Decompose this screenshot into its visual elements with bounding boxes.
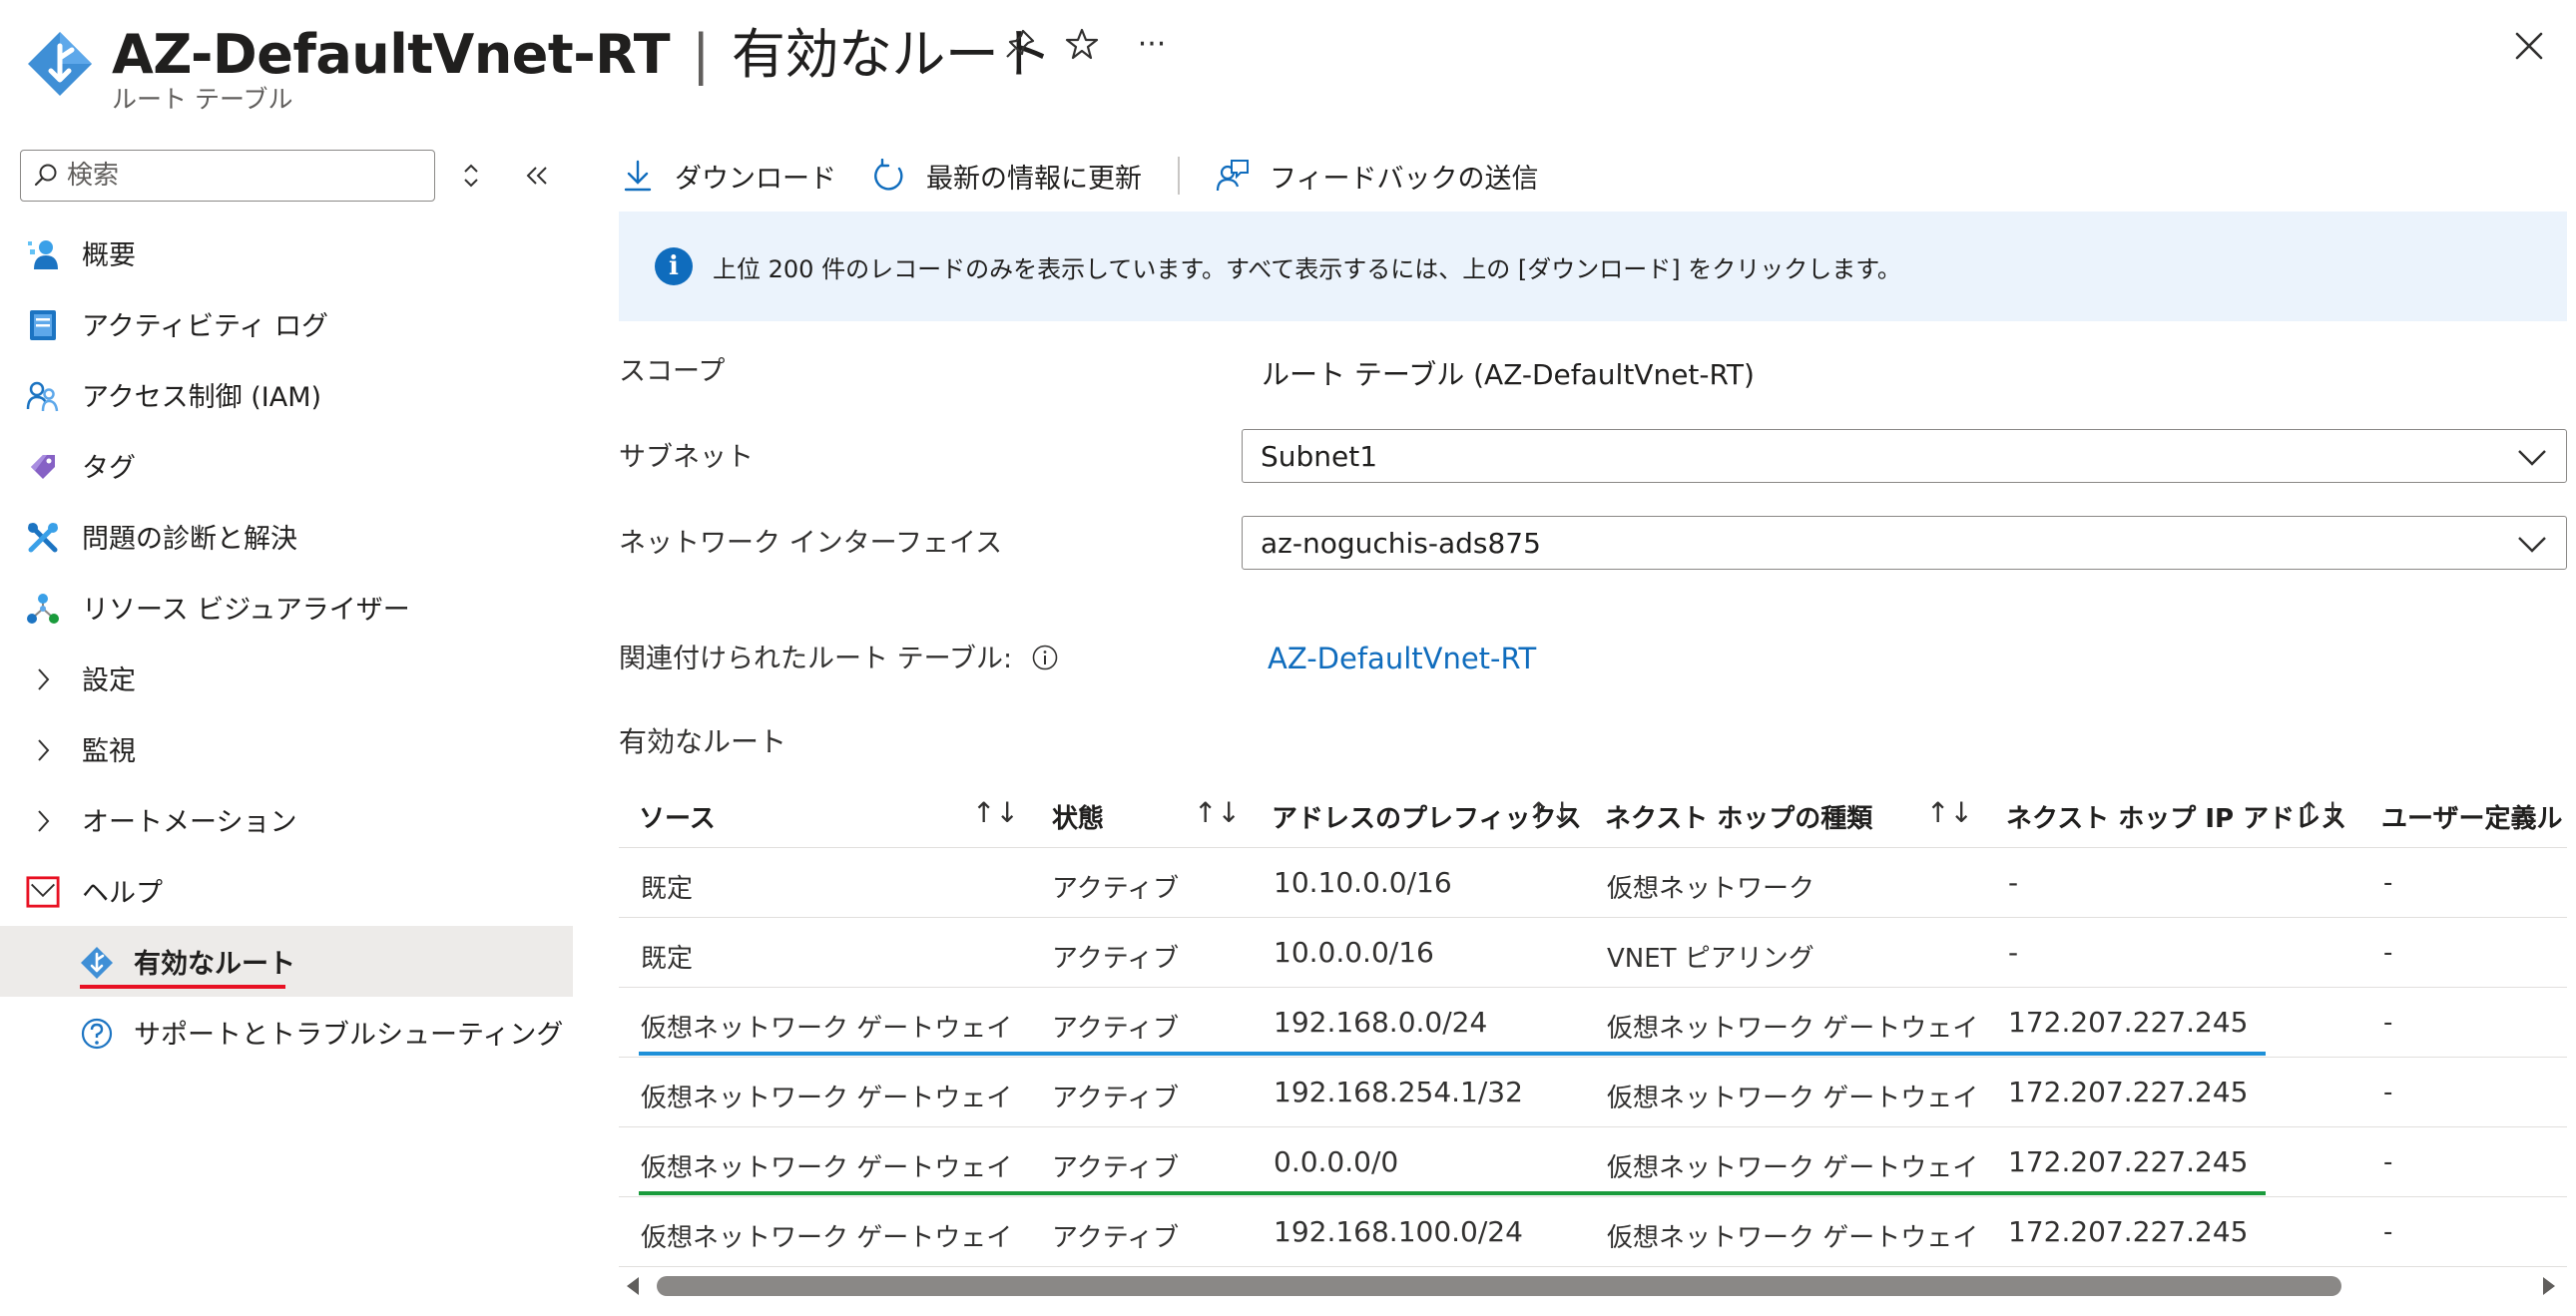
iam-icon	[26, 381, 59, 412]
col-header-source[interactable]: ソース	[639, 798, 716, 835]
subnet-selected: Subnet1	[1261, 439, 1378, 473]
highlight-underline-red	[80, 985, 285, 989]
assoc-route-table-label: 関連付けられたルート テーブル:	[619, 637, 1059, 675]
table-row: 仮想ネットワーク ゲートウェイ アクティブ 0.0.0.0/0 仮想ネットワーク…	[619, 1127, 2567, 1197]
toolbar-divider	[1178, 157, 1180, 195]
chevron-right-icon	[38, 810, 50, 832]
col-header-next-hop-ip[interactable]: ネクスト ホップ IP アドレス	[2006, 798, 2346, 835]
route-table-icon	[28, 32, 92, 96]
download-button[interactable]: ダウンロード	[621, 157, 836, 196]
sidebar-nav: 概要 アクティビティ ログ アクセス制御 (IAM) タグ 問題の診断と解決 リ…	[0, 218, 573, 1068]
horizontal-scrollbar[interactable]	[623, 1273, 2559, 1299]
col-header-state[interactable]: 状態	[1052, 798, 1104, 835]
chevron-right-icon	[38, 739, 50, 761]
info-banner: i 上位 200 件のレコードのみを表示しています。すべて表示するには、上の […	[619, 212, 2567, 321]
sidebar-item-iam[interactable]: アクセス制御 (IAM)	[0, 359, 573, 430]
star-icon	[1065, 28, 1099, 60]
highlight-underline-green	[639, 1191, 2266, 1195]
sidebar-group-monitoring[interactable]: 監視	[0, 713, 573, 784]
table-row: 仮想ネットワーク ゲートウェイ アクティブ 192.168.0.0/24 仮想ネ…	[619, 988, 2567, 1058]
subnet-label: サブネット	[619, 442, 754, 473]
sort-icon[interactable]: ↑↓	[1194, 796, 1241, 829]
feedback-button[interactable]: フィードバックの送信	[1216, 157, 1538, 196]
sidebar-group-settings[interactable]: 設定	[0, 643, 573, 713]
sort-icon[interactable]: ↑↓	[2298, 796, 2344, 829]
double-chevron-left-icon	[526, 167, 547, 185]
feedback-icon	[1216, 160, 1249, 192]
search-input[interactable]	[67, 161, 426, 191]
scrollbar-thumb[interactable]	[657, 1276, 2341, 1296]
sidebar-item-diagnose[interactable]: 問題の診断と解決	[0, 501, 573, 572]
chevron-up-down-icon	[464, 164, 478, 188]
overview-icon	[28, 240, 58, 269]
more-button[interactable]: ···	[1130, 22, 1174, 66]
sidebar-item-effective-routes[interactable]: 有効なルート	[0, 926, 573, 997]
scroll-left-arrow-icon[interactable]	[627, 1277, 639, 1295]
pin-icon	[1006, 29, 1035, 58]
nic-label: ネットワーク インターフェイス	[619, 528, 1003, 559]
nic-dropdown[interactable]: az-noguchis-ads875	[1242, 516, 2567, 570]
sort-icon[interactable]: ↑↓	[1926, 796, 1973, 829]
sidebar-item-support[interactable]: サポートとトラブルシューティング	[0, 997, 573, 1068]
resource-visualizer-icon	[27, 594, 59, 624]
refresh-icon	[874, 159, 903, 191]
route-table-icon	[81, 947, 113, 979]
resource-type-subtitle: ルート テーブル	[112, 85, 293, 114]
chevron-down-icon	[2518, 537, 2546, 553]
download-icon	[624, 160, 652, 192]
sort-icon[interactable]: ↑↓	[1527, 796, 1574, 829]
sidebar-item-tags[interactable]: タグ	[0, 430, 573, 501]
info-icon: i	[655, 247, 693, 285]
refresh-button[interactable]: 最新の情報に更新	[872, 157, 1142, 196]
scope-label: スコープ	[619, 356, 726, 387]
col-header-next-hop-type[interactable]: ネクスト ホップの種類	[1605, 798, 1872, 835]
table-row: 仮想ネットワーク ゲートウェイ アクティブ 192.168.254.1/32 仮…	[619, 1058, 2567, 1127]
sidebar-item-resource-visualizer[interactable]: リソース ビジュアライザー	[0, 572, 573, 643]
info-message: 上位 200 件のレコードのみを表示しています。すべて表示するには、上の [ダウ…	[713, 254, 1901, 283]
ellipsis-icon: ···	[1137, 26, 1167, 62]
sidebar-group-help[interactable]: ヘルプ	[0, 855, 573, 926]
highlight-underline-blue	[639, 1052, 2266, 1056]
pin-button[interactable]	[998, 22, 1042, 66]
favorite-button[interactable]	[1060, 22, 1104, 66]
search-icon	[34, 164, 57, 187]
collapse-sidebar-button[interactable]	[517, 156, 557, 196]
search-box[interactable]	[20, 150, 435, 202]
expand-collapse-button[interactable]	[451, 156, 491, 196]
info-tooltip-icon[interactable]	[1031, 644, 1059, 671]
close-icon[interactable]	[2507, 24, 2551, 68]
routes-table: ソース ↑↓ 状態 ↑↓ アドレスのプレフィックス ↑↓ ネクスト ホップの種類…	[619, 778, 2567, 1269]
sort-icon[interactable]: ↑↓	[972, 796, 1019, 829]
table-header: ソース ↑↓ 状態 ↑↓ アドレスのプレフィックス ↑↓ ネクスト ホップの種類…	[619, 778, 2567, 848]
table-row: 既定 アクティブ 10.0.0.0/16 VNET ピアリング - -	[619, 918, 2567, 988]
chevron-down-icon	[2518, 450, 2546, 466]
chevron-down-icon	[26, 876, 60, 908]
help-icon	[81, 1018, 113, 1050]
subnet-dropdown[interactable]: Subnet1	[1242, 429, 2567, 483]
table-row: 既定 アクティブ 10.10.0.0/16 仮想ネットワーク - -	[619, 848, 2567, 918]
diagnose-icon	[28, 523, 58, 553]
sidebar-item-overview[interactable]: 概要	[0, 218, 573, 288]
command-bar: ダウンロード 最新の情報に更新 フィードバックの送信	[621, 150, 1574, 202]
scope-value: ルート テーブル (AZ-DefaultVnet-RT)	[1262, 358, 1755, 391]
resource-name: AZ-DefaultVnet-RT	[112, 23, 671, 86]
chevron-right-icon	[38, 668, 50, 690]
activity-log-icon	[30, 310, 56, 340]
assoc-route-table-link[interactable]: AZ-DefaultVnet-RT	[1268, 642, 1536, 675]
nic-selected: az-noguchis-ads875	[1261, 526, 1541, 560]
page-title: AZ-DefaultVnet-RT | 有効なルート	[112, 10, 1052, 89]
col-header-user-defined[interactable]: ユーザー定義ル	[2381, 798, 2562, 835]
scroll-right-arrow-icon[interactable]	[2543, 1277, 2555, 1295]
sidebar-group-automation[interactable]: オートメーション	[0, 784, 573, 855]
routes-section-title: 有効なルート	[619, 725, 787, 758]
title-separator: |	[692, 23, 710, 86]
tag-icon	[31, 455, 55, 479]
sidebar-item-activity-log[interactable]: アクティビティ ログ	[0, 288, 573, 359]
table-row: 仮想ネットワーク ゲートウェイ アクティブ 192.168.100.0/24 仮…	[619, 1197, 2567, 1267]
